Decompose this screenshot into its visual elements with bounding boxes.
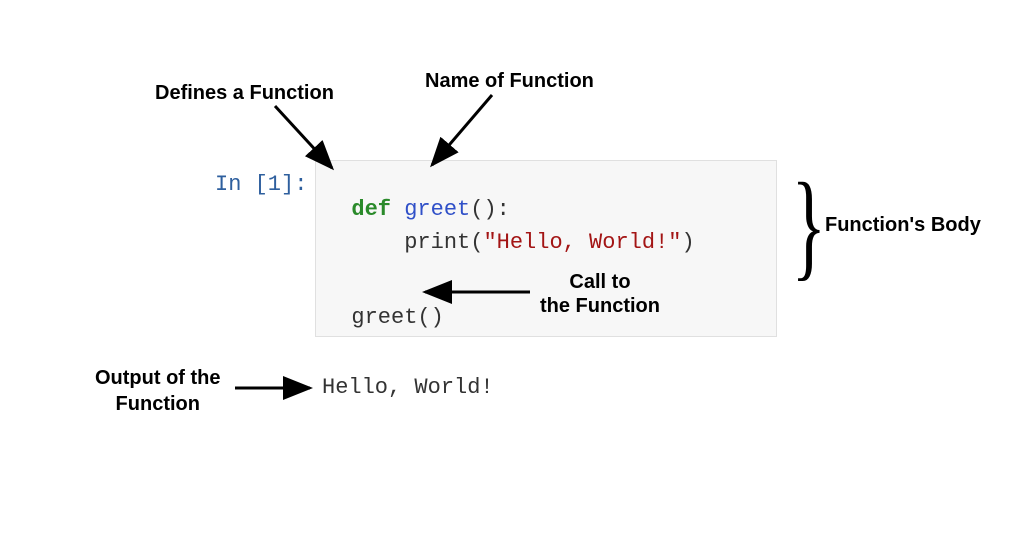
arrow-name xyxy=(432,95,492,165)
call-close-paren: ) xyxy=(681,230,694,255)
code-line-2: print("Hello, World!") xyxy=(325,205,695,255)
call-open-paren: ( xyxy=(470,230,483,255)
label-functions-body: Function's Body xyxy=(825,214,981,237)
input-prompt: In [1]: xyxy=(215,172,307,197)
call-parens: () xyxy=(417,305,443,330)
label-call-to-function: Call to the Function xyxy=(540,270,660,318)
arrow-defines xyxy=(275,106,332,168)
brace-icon: } xyxy=(792,165,827,285)
label-name-of-function: Name of Function xyxy=(425,70,594,93)
code-line-call: greet() xyxy=(325,280,444,330)
indent xyxy=(351,230,404,255)
string-literal: "Hello, World!" xyxy=(483,230,681,255)
output-text: Hello, World! xyxy=(322,375,494,400)
call-function-name: greet xyxy=(351,305,417,330)
label-output-of-function: Output of the Function xyxy=(95,365,221,417)
print-builtin: print xyxy=(404,230,470,255)
label-defines-function: Defines a Function xyxy=(155,82,334,105)
